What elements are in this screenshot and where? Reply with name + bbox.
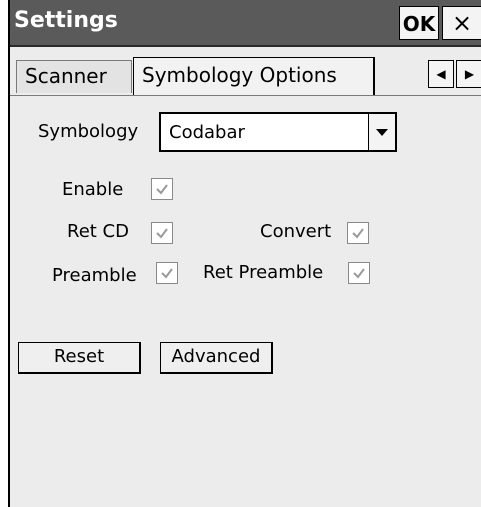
checkmark-icon — [353, 268, 365, 279]
tab-scanner[interactable]: Scanner — [16, 60, 132, 93]
arrow-right-icon: ▶ — [464, 67, 475, 81]
settings-window: Settings OK × Scanner Symbology Options … — [8, 0, 481, 507]
symbology-dropdown[interactable]: Codabar — [159, 112, 397, 152]
ret-cd-checkbox[interactable] — [151, 222, 173, 244]
checkmark-icon — [156, 228, 168, 239]
tab-scroll-left-button[interactable]: ◀ — [428, 60, 454, 88]
preamble-label: Preamble — [52, 265, 137, 286]
reset-button[interactable]: Reset — [18, 342, 141, 374]
symbology-label: Symbology — [38, 121, 139, 142]
chevron-down-icon[interactable] — [368, 114, 395, 150]
ret-cd-label: Ret CD — [67, 221, 129, 242]
tab-divider — [10, 95, 481, 96]
preamble-checkbox[interactable] — [156, 262, 178, 284]
arrow-left-icon: ◀ — [436, 67, 446, 81]
ret-preamble-label: Ret Preamble — [203, 262, 324, 283]
tab-symbology-options[interactable]: Symbology Options — [133, 57, 375, 95]
enable-label: Enable — [62, 179, 124, 200]
convert-checkbox[interactable] — [347, 222, 369, 244]
tab-strip: Scanner Symbology Options ◀ ▶ — [10, 47, 481, 97]
checkmark-icon — [161, 268, 173, 279]
checkmark-icon — [156, 184, 168, 195]
window-title: Settings — [14, 8, 118, 33]
ret-preamble-checkbox[interactable] — [348, 262, 370, 284]
close-button[interactable]: × — [442, 6, 481, 40]
title-bar: Settings OK × — [10, 0, 481, 47]
ok-button[interactable]: OK — [399, 6, 439, 40]
tab-scroll-right-button[interactable]: ▶ — [456, 60, 481, 88]
checkmark-icon — [352, 228, 364, 239]
symbology-selected-value: Codabar — [169, 122, 245, 143]
advanced-button[interactable]: Advanced — [160, 342, 273, 374]
enable-checkbox[interactable] — [151, 178, 173, 200]
convert-label: Convert — [260, 221, 332, 242]
